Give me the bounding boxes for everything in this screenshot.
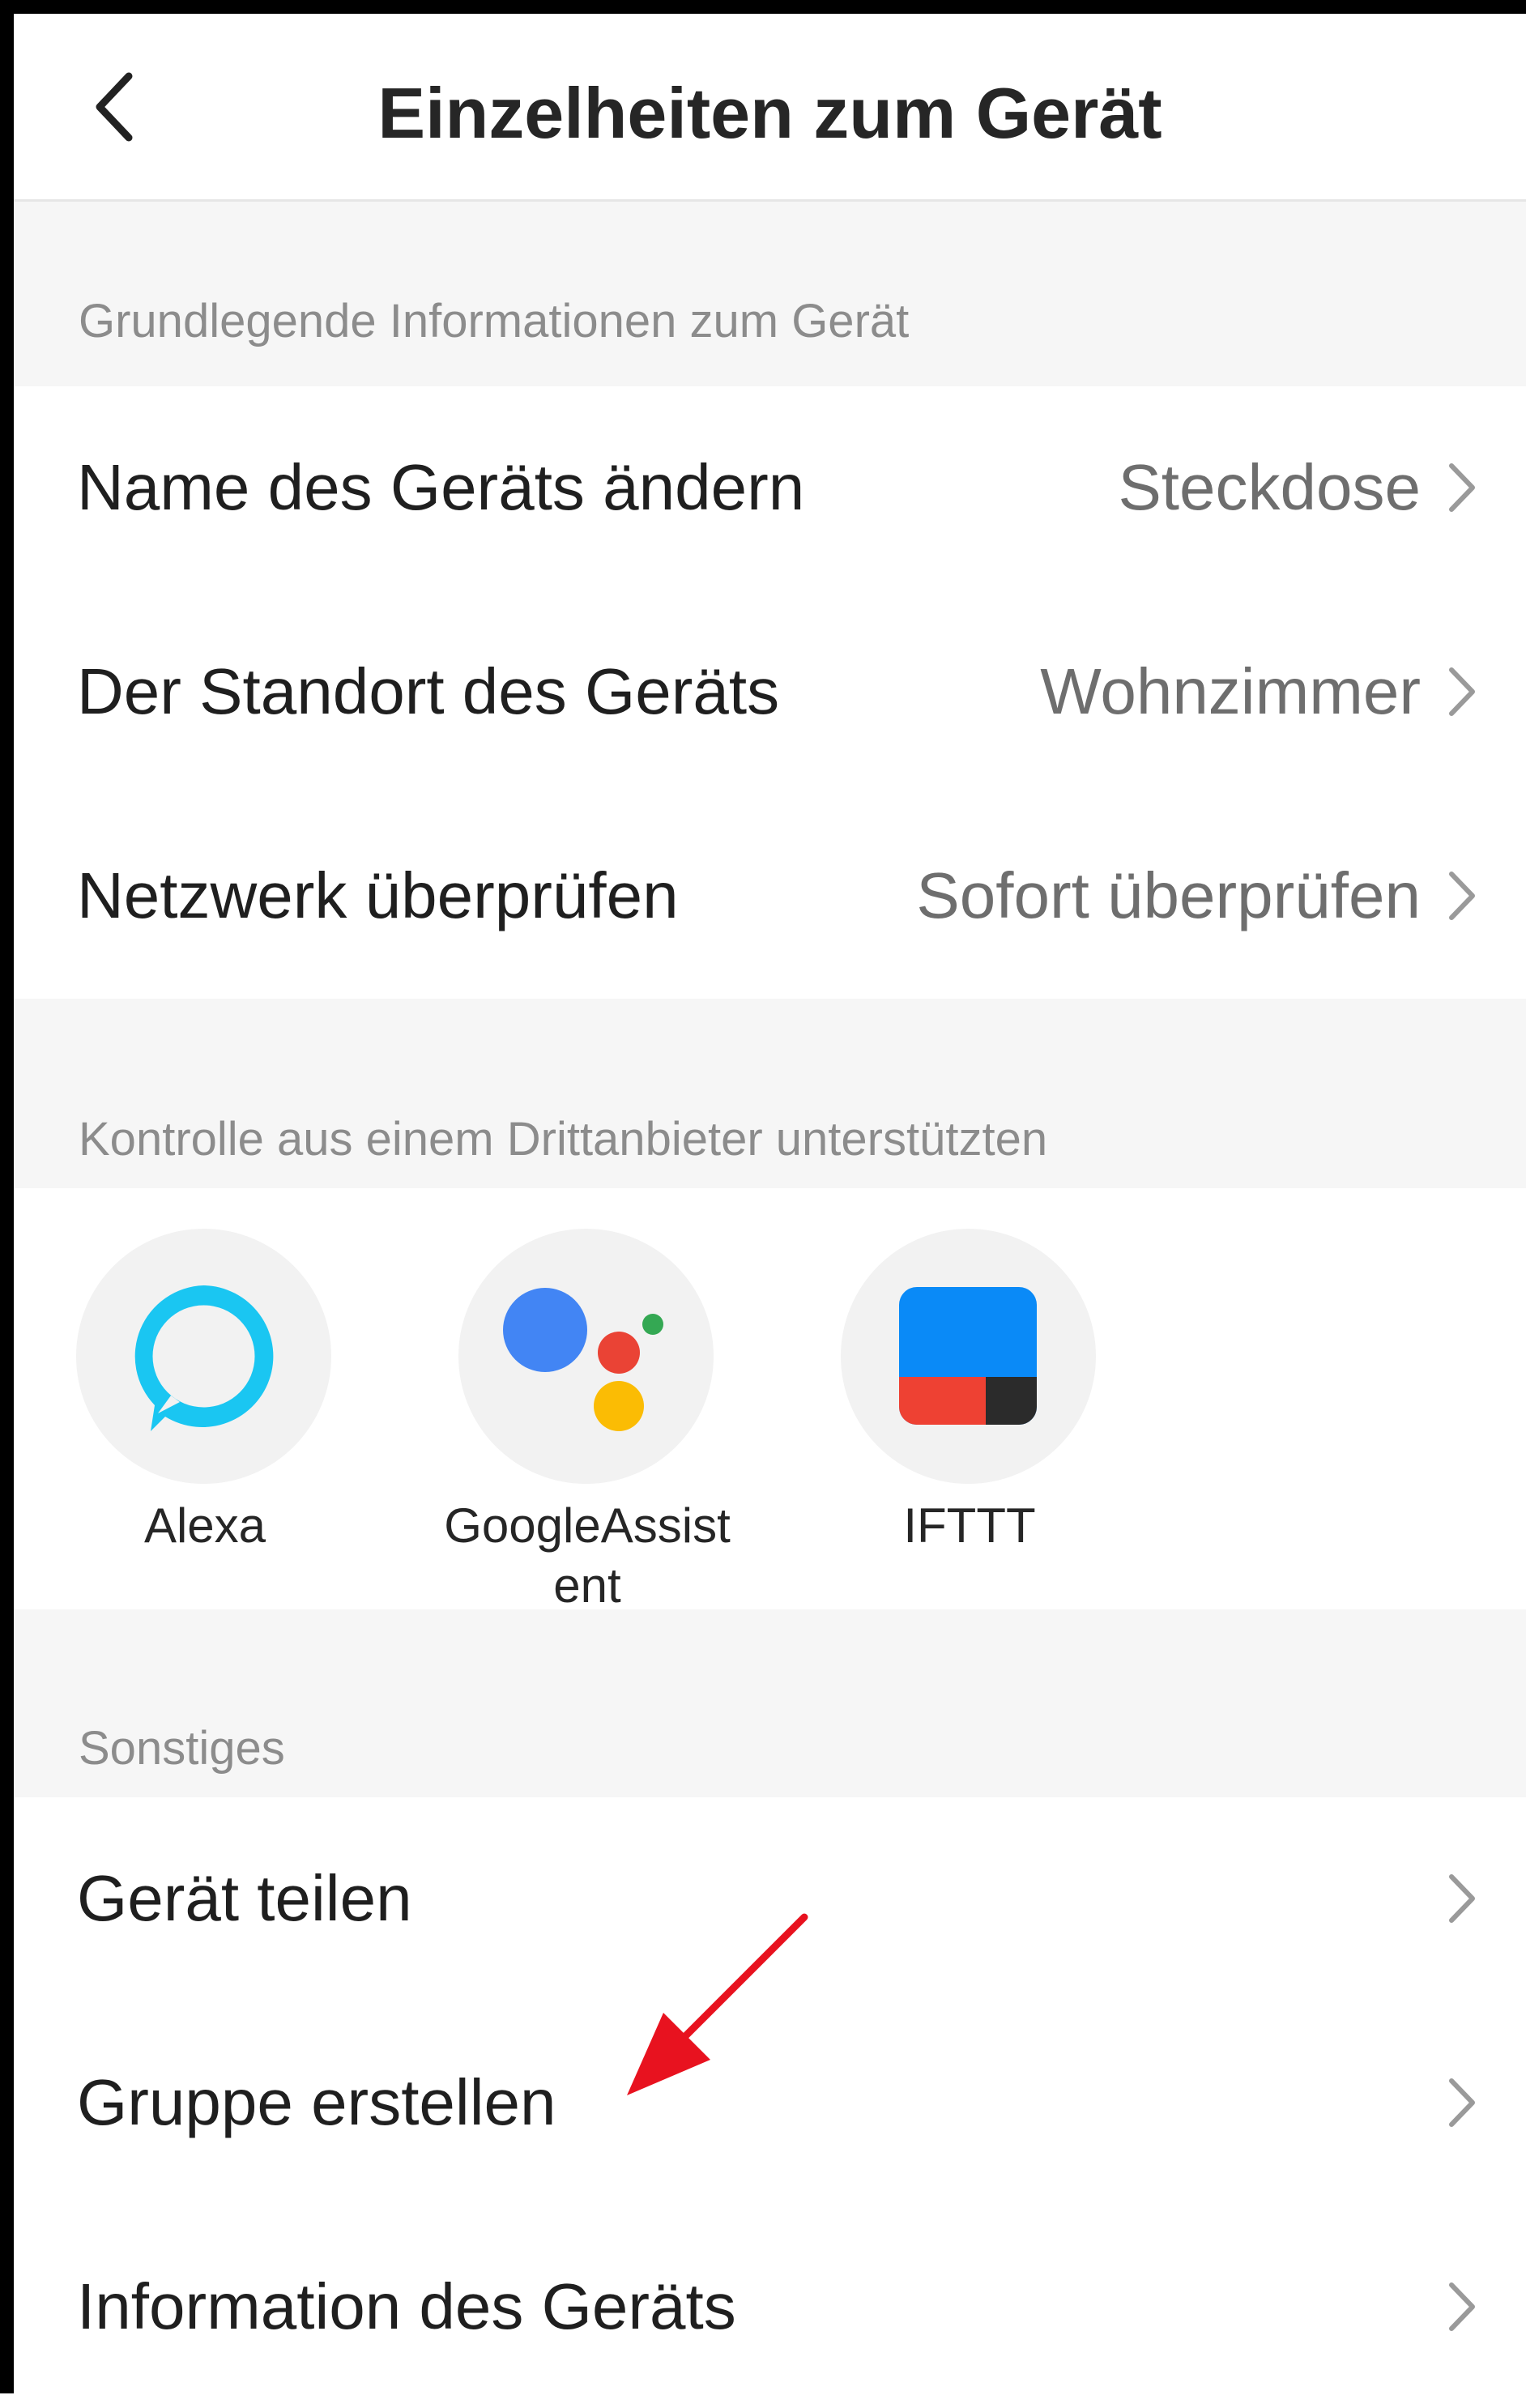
service-tile-google-assistant[interactable]: GoogleAssist ent	[444, 1229, 731, 1626]
row-value: Sofort überprüfen	[916, 859, 1421, 931]
ifttt-icon-badge	[841, 1229, 1096, 1484]
row-label: Gerät teilen	[77, 1862, 412, 1934]
chevron-right-icon	[1449, 667, 1475, 716]
google-assistant-icon	[503, 1288, 663, 1431]
row-check-network[interactable]: Netzwerk überprüfen Sofort überprüfen	[14, 795, 1526, 997]
row-device-information[interactable]: Information des Geräts	[14, 2206, 1526, 2408]
service-label: GoogleAssist ent	[444, 1498, 731, 1613]
chevron-right-icon	[1449, 2282, 1475, 2331]
row-label: Name des Geräts ändern	[77, 451, 805, 523]
alexa-icon-badge	[76, 1229, 331, 1484]
section-heading-basic: Grundlegende Informationen zum Gerät	[79, 295, 910, 347]
screen-frame: Einzelheiten zum Gerät Grundlegende Info…	[0, 0, 1526, 2393]
service-tile-alexa[interactable]: Alexa	[75, 1229, 335, 1626]
chevron-right-icon	[1449, 2078, 1475, 2127]
chevron-right-icon	[1449, 463, 1475, 512]
section-heading-other: Sonstiges	[79, 1722, 285, 1775]
ifttt-icon	[899, 1287, 1037, 1425]
row-value: Steckdose	[1118, 451, 1421, 523]
row-value: Wohnzimmer	[1040, 655, 1421, 727]
service-tile-ifttt[interactable]: IFTTT	[840, 1229, 1099, 1626]
chevron-right-icon	[1449, 872, 1475, 920]
service-label: IFTTT	[903, 1498, 1036, 1553]
row-label: Netzwerk überprüfen	[77, 859, 679, 931]
red-arrow-annotation	[627, 1913, 808, 2095]
row-rename-device[interactable]: Name des Geräts ändern Steckdose	[14, 386, 1526, 589]
row-device-location[interactable]: Der Standort des Geräts Wohnzimmer	[14, 590, 1526, 793]
app-header: Einzelheiten zum Gerät	[14, 14, 1526, 202]
row-label: Der Standort des Geräts	[77, 655, 780, 727]
page-title: Einzelheiten zum Gerät	[377, 73, 1162, 153]
alexa-icon	[134, 1285, 274, 1431]
google-assistant-icon-badge	[458, 1229, 714, 1484]
service-label: Alexa	[143, 1498, 266, 1553]
row-label: Gruppe erstellen	[77, 2066, 556, 2138]
section-heading-third-party: Kontrolle aus einem Drittanbieter unters…	[79, 1113, 1048, 1166]
chevron-right-icon	[1449, 1874, 1475, 1923]
row-label: Information des Geräts	[77, 2270, 736, 2342]
basic-info-list: Name des Geräts ändern Steckdose Der Sta…	[14, 386, 1526, 999]
